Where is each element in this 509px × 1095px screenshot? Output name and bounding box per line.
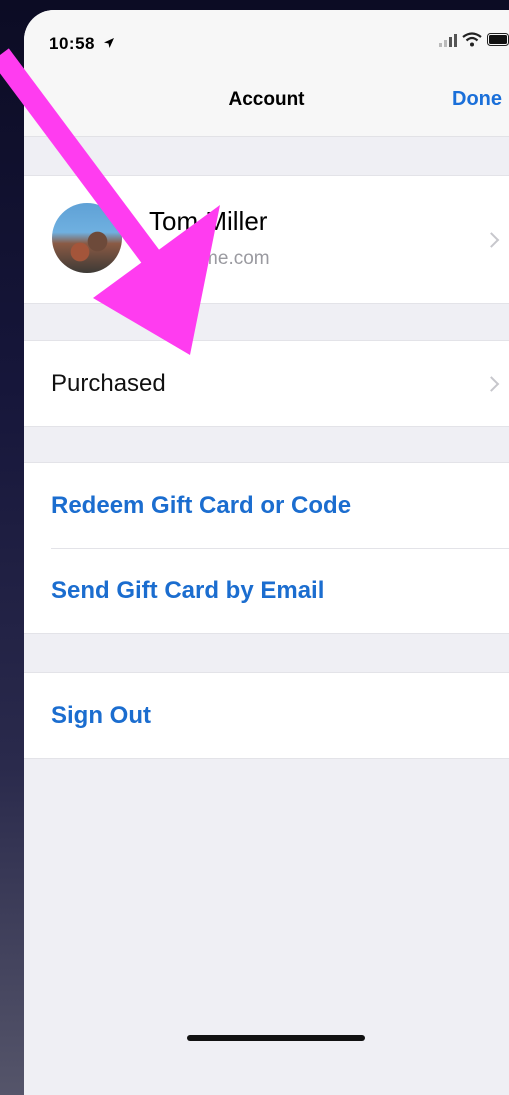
chevron-right-icon [483, 231, 500, 248]
wifi-icon [462, 32, 482, 47]
chevron-right-icon [483, 375, 500, 392]
redeem-gift-card-row[interactable]: Redeem Gift Card or Code [24, 463, 509, 548]
phone-screen: 10:58 Account Done Tom Miller tmill@me.c… [24, 10, 509, 1095]
sign-out-group: Sign Out [24, 672, 509, 759]
profile-row[interactable]: Tom Miller tmill@me.com [24, 175, 509, 304]
battery-icon [487, 33, 509, 46]
gift-card-group: Redeem Gift Card or Code Send Gift Card … [24, 462, 509, 634]
purchased-label: Purchased [51, 369, 166, 397]
profile-name: Tom Miller [149, 206, 268, 236]
page-title: Account [228, 89, 305, 110]
avatar [52, 203, 122, 273]
profile-email: tmill@me.com [149, 248, 270, 269]
clock-text: 10:58 [49, 34, 95, 53]
send-gift-card-button[interactable]: Send Gift Card by Email [51, 577, 324, 605]
location-arrow-icon [104, 38, 115, 48]
send-gift-card-row[interactable]: Send Gift Card by Email [24, 548, 509, 633]
status-icons [439, 32, 509, 47]
done-button[interactable]: Done [452, 88, 502, 111]
navigation-bar: Account Done [24, 72, 509, 137]
status-bar: 10:58 [24, 10, 509, 72]
status-time: 10:58 [49, 34, 115, 54]
redeem-gift-card-button[interactable]: Redeem Gift Card or Code [51, 492, 351, 520]
purchased-row[interactable]: Purchased [24, 341, 509, 426]
cellular-signal-icon [439, 33, 457, 47]
sign-out-row[interactable]: Sign Out [24, 673, 509, 758]
home-indicator [187, 1035, 365, 1041]
sign-out-button[interactable]: Sign Out [51, 702, 151, 730]
purchased-group: Purchased [24, 340, 509, 427]
